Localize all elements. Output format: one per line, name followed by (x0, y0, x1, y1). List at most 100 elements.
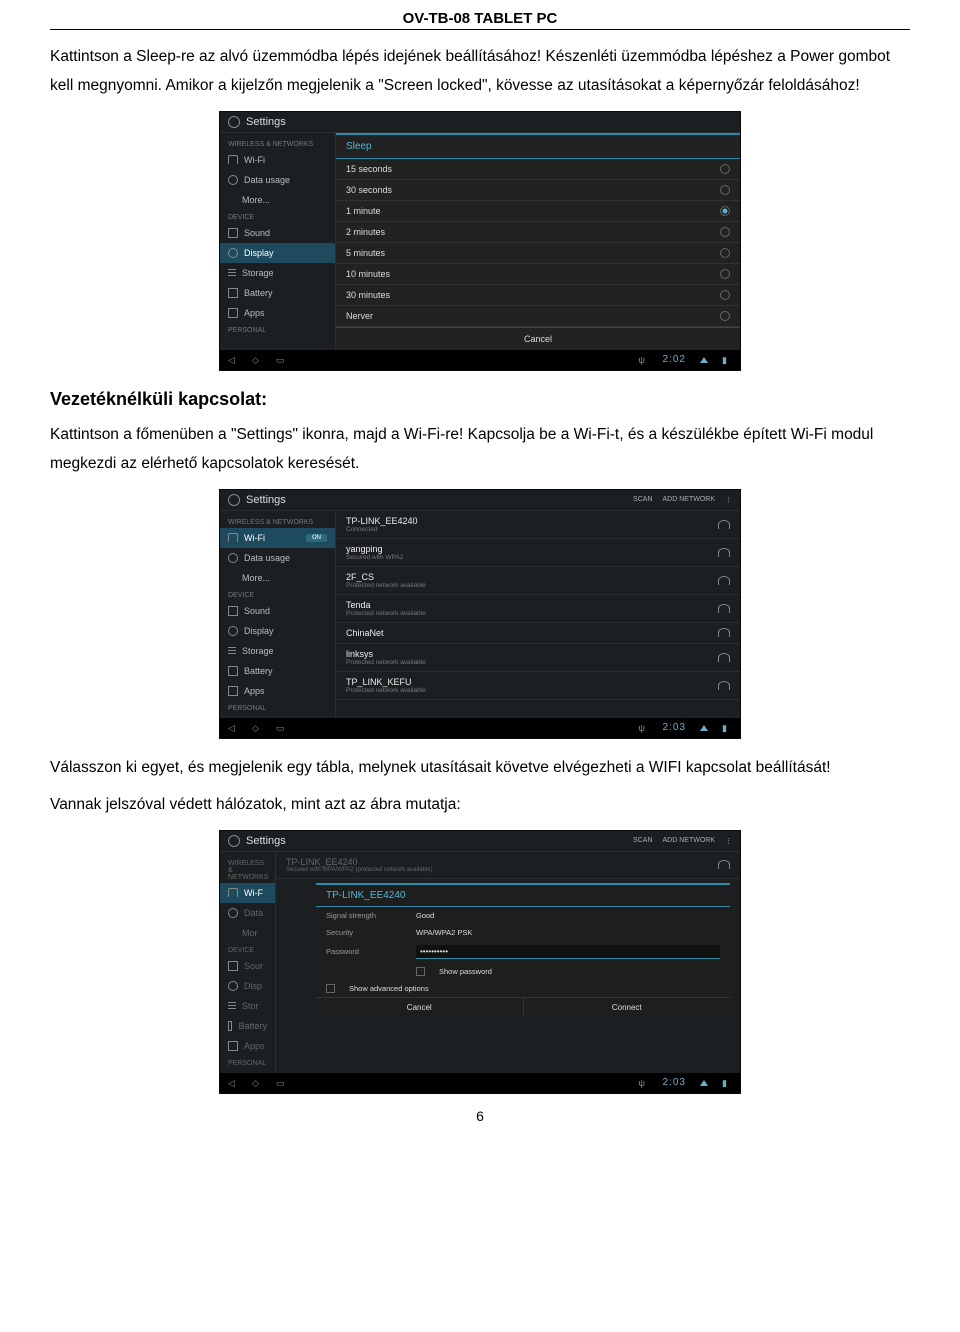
radio-icon[interactable] (720, 248, 730, 258)
scan-button[interactable]: SCAN (633, 496, 652, 504)
menu-icon[interactable]: ⋮ (725, 496, 732, 504)
radio-icon[interactable] (720, 185, 730, 195)
settings-sidebar: WIRELESS & NETWORKS Wi-Fi Data usage Mor… (220, 133, 336, 350)
sleep-option[interactable]: Nerver (336, 306, 740, 327)
wifi-network-row[interactable]: TP_LINK_KEFUProtected network available (336, 672, 740, 700)
wifi-icon (228, 155, 238, 164)
connect-button[interactable]: Connect (524, 998, 731, 1017)
sidebar-item-more[interactable]: Mor (220, 923, 275, 943)
sidebar-item-wifi[interactable]: Wi-FiON (220, 528, 335, 548)
sleep-option[interactable]: 10 minutes (336, 264, 740, 285)
back-icon[interactable]: ◁ (228, 723, 238, 733)
paragraph-4: Vannak jelszóval védett hálózatok, mint … (50, 790, 910, 819)
wifi-dialog-title: TP-LINK_EE4240 (316, 885, 730, 907)
sidebar-item-wifi[interactable]: Wi-F (220, 883, 275, 903)
home-icon[interactable]: ◇ (252, 355, 262, 365)
battery-status-icon: ▮ (722, 355, 732, 365)
radio-icon[interactable] (720, 164, 730, 174)
settings-sidebar: WIRELESS & NETWORKS Wi-FiON Data usage M… (220, 511, 336, 718)
recent-icon[interactable]: ▭ (276, 723, 286, 733)
sidebar-item-apps[interactable]: Apps (220, 303, 335, 323)
signal-value: Good (416, 911, 434, 920)
wifi-toggle[interactable]: ON (306, 534, 327, 542)
paragraph-1: Kattintson a Sleep-re az alvó üzemmódba … (50, 42, 910, 101)
wifi-sub: Protected network available (346, 687, 718, 694)
radio-icon[interactable] (720, 227, 730, 237)
wifi-sub: Secured with WPA2 (346, 554, 718, 561)
radio-icon[interactable] (720, 269, 730, 279)
sleep-option[interactable]: 5 minutes (336, 243, 740, 264)
sidebar-item-more[interactable]: More... (220, 190, 335, 210)
back-icon[interactable]: ◁ (228, 1078, 238, 1088)
back-icon[interactable]: ◁ (228, 355, 238, 365)
wifi-network-row[interactable]: yangpingSecured with WPA2 (336, 539, 740, 567)
sleep-option[interactable]: 30 minutes (336, 285, 740, 306)
sound-icon (228, 228, 238, 238)
show-password-checkbox[interactable] (416, 967, 425, 976)
sidebar-item-sound[interactable]: Sour (220, 956, 275, 976)
sidebar-item-storage[interactable]: Storage (220, 641, 335, 661)
wifi-network-row[interactable]: TP-LINK_EE4240Connected (336, 511, 740, 539)
sidebar-item-more[interactable]: More... (220, 568, 335, 588)
wifi-name: linksys (346, 649, 718, 659)
show-advanced-checkbox[interactable] (326, 984, 335, 993)
show-advanced-label: Show advanced options (349, 984, 429, 993)
radio-icon[interactable] (720, 206, 730, 216)
add-network-button[interactable]: ADD NETWORK (663, 496, 716, 504)
scan-button[interactable]: SCAN (633, 837, 652, 845)
wifi-name: Tenda (346, 600, 718, 610)
sidebar-item-data[interactable]: Data (220, 903, 275, 923)
sidebar-item-wifi[interactable]: Wi-Fi (220, 150, 335, 170)
add-network-button[interactable]: ADD NETWORK (663, 837, 716, 845)
sidebar-item-battery[interactable]: Battery (220, 283, 335, 303)
wifi-network-row[interactable]: TendaProtected network available (336, 595, 740, 623)
nav-bar: ◁ ◇ ▭ ψ 2:02 ▮ (220, 350, 740, 370)
sleep-option-label: 5 minutes (346, 248, 720, 258)
sidebar-item-sound[interactable]: Sound (220, 223, 335, 243)
wifi-icon (228, 533, 238, 542)
recent-icon[interactable]: ▭ (276, 355, 286, 365)
wifi-name: TP_LINK_KEFU (346, 677, 718, 687)
sleep-option[interactable]: 1 minute (336, 201, 740, 222)
sidebar-section-personal: PERSONAL (220, 323, 335, 336)
sidebar-item-apps[interactable]: Apps (220, 681, 335, 701)
cancel-button[interactable]: Cancel (336, 327, 740, 350)
sleep-option[interactable]: 2 minutes (336, 222, 740, 243)
wifi-network-row[interactable]: ChinaNet (336, 623, 740, 644)
radio-icon[interactable] (720, 290, 730, 300)
sleep-dialog: Sleep 15 seconds30 seconds1 minute2 minu… (336, 133, 740, 350)
sidebar-item-sound[interactable]: Sound (220, 601, 335, 621)
sidebar-item-display[interactable]: Display (220, 621, 335, 641)
home-icon[interactable]: ◇ (252, 1078, 262, 1088)
menu-icon[interactable]: ⋮ (725, 837, 732, 845)
radio-icon[interactable] (720, 311, 730, 321)
sidebar-item-storage[interactable]: Storage (220, 263, 335, 283)
settings-title: Settings (246, 494, 633, 506)
security-value: WPA/WPA2 PSK (416, 928, 472, 937)
wifi-network-row[interactable]: linksysProtected network available (336, 644, 740, 672)
settings-sidebar: WIRELESS & NETWORKS Wi-F Data Mor DEVICE… (220, 852, 276, 1073)
password-input[interactable]: •••••••••• (416, 945, 720, 959)
cancel-button[interactable]: Cancel (316, 998, 524, 1017)
wifi-network-row[interactable]: 2F_CSProtected network available (336, 567, 740, 595)
nav-bar: ◁ ◇ ▭ ψ 2:03 ▮ (220, 1073, 740, 1093)
wifi-name: ChinaNet (346, 628, 718, 638)
wifi-sub: Secured with WPA/WPA2 (protected network… (286, 867, 718, 873)
sidebar-item-storage[interactable]: Stor (220, 996, 275, 1016)
recent-icon[interactable]: ▭ (276, 1078, 286, 1088)
sleep-option[interactable]: 15 seconds (336, 159, 740, 180)
sidebar-item-battery[interactable]: Battery (220, 1016, 275, 1036)
wifi-signal-icon (718, 653, 730, 662)
sidebar-item-apps[interactable]: Apps (220, 1036, 275, 1056)
sidebar-item-display[interactable]: Display (220, 243, 335, 263)
sidebar-item-display[interactable]: Disp (220, 976, 275, 996)
sidebar-item-battery[interactable]: Battery (220, 661, 335, 681)
sleep-option[interactable]: 30 seconds (336, 180, 740, 201)
battery-icon (228, 288, 238, 298)
sidebar-item-data[interactable]: Data usage (220, 548, 335, 568)
paragraph-2: Kattintson a főmenüben a "Settings" ikon… (50, 420, 910, 479)
settings-title: Settings (246, 835, 633, 847)
home-icon[interactable]: ◇ (252, 723, 262, 733)
wifi-row-top[interactable]: TP-LINK_EE4240 Secured with WPA/WPA2 (pr… (276, 852, 740, 879)
sidebar-item-data[interactable]: Data usage (220, 170, 335, 190)
